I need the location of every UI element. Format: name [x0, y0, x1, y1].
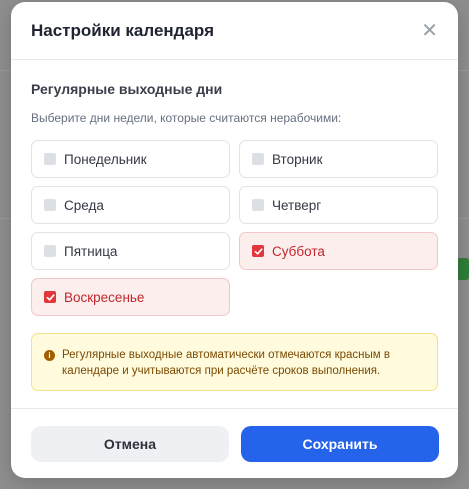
- checkbox-checked[interactable]: [252, 245, 264, 257]
- calendar-settings-dialog: Настройки календаря ✕ Регулярные выходны…: [11, 2, 458, 478]
- day-option-sunday[interactable]: Воскресенье: [31, 278, 230, 316]
- checkbox[interactable]: [44, 199, 56, 211]
- background-badge: [457, 258, 469, 280]
- day-label: Суббота: [272, 243, 325, 259]
- checkbox[interactable]: [252, 153, 264, 165]
- day-option-saturday[interactable]: Суббота: [239, 232, 438, 270]
- checkbox[interactable]: [44, 245, 56, 257]
- dialog-body: Регулярные выходные дни Выберите дни нед…: [11, 60, 458, 391]
- info-icon: i: [44, 350, 55, 361]
- notice-text: Регулярные выходные автоматически отмеча…: [62, 349, 390, 377]
- day-label: Четверг: [272, 197, 322, 213]
- checkbox[interactable]: [44, 153, 56, 165]
- save-button[interactable]: Сохранить: [241, 425, 439, 462]
- day-label: Вторник: [272, 151, 323, 167]
- day-label: Понедельник: [64, 151, 147, 167]
- day-option-tuesday[interactable]: Вторник: [239, 140, 438, 178]
- day-option-thursday[interactable]: Четверг: [239, 186, 438, 224]
- dialog-title: Настройки календаря: [31, 20, 214, 40]
- day-label: Воскресенье: [64, 289, 145, 305]
- dialog-footer: Отмена Сохранить: [11, 408, 458, 478]
- weekday-options: Понедельник Вторник Среда Четверг Пятниц…: [31, 140, 438, 316]
- cancel-button[interactable]: Отмена: [31, 425, 229, 462]
- day-label: Среда: [64, 197, 104, 213]
- day-option-friday[interactable]: Пятница: [31, 232, 230, 270]
- close-icon[interactable]: ✕: [421, 21, 438, 41]
- day-label: Пятница: [64, 243, 118, 259]
- section-title: Регулярные выходные дни: [31, 81, 223, 97]
- section-hint: Выберите дни недели, которые считаются н…: [31, 111, 342, 125]
- checkbox[interactable]: [252, 199, 264, 211]
- day-option-wednesday[interactable]: Среда: [31, 186, 230, 224]
- checkbox-checked[interactable]: [44, 291, 56, 303]
- info-notice: i Регулярные выходные автоматически отме…: [31, 333, 438, 391]
- dialog-header: Настройки календаря ✕: [11, 2, 458, 60]
- day-option-monday[interactable]: Понедельник: [31, 140, 230, 178]
